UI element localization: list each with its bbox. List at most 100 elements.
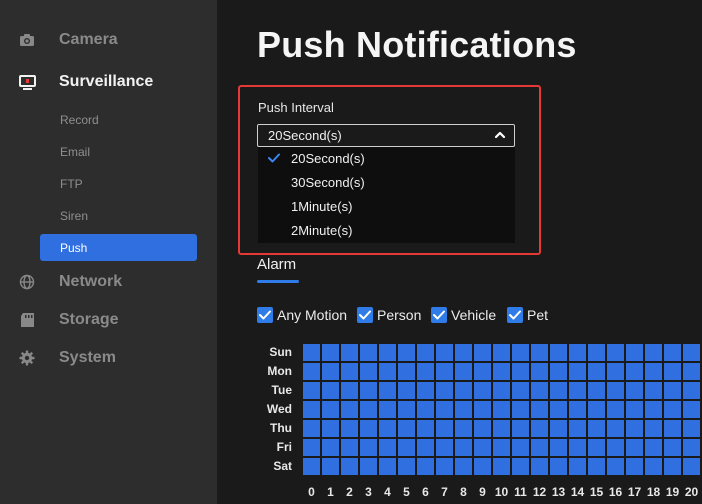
schedule-cell[interactable]	[531, 439, 548, 456]
schedule-cell[interactable]	[303, 382, 320, 399]
schedule-cell[interactable]	[474, 363, 491, 380]
schedule-cell[interactable]	[493, 363, 510, 380]
schedule-cell[interactable]	[607, 439, 624, 456]
subnav-siren[interactable]: Siren	[40, 202, 197, 229]
schedule-cell[interactable]	[341, 420, 358, 437]
schedule-cell[interactable]	[664, 363, 681, 380]
checkbox-vehicle[interactable]: Vehicle	[431, 306, 496, 323]
schedule-cell[interactable]	[531, 344, 548, 361]
schedule-cell[interactable]	[379, 363, 396, 380]
schedule-cell[interactable]	[550, 458, 567, 475]
schedule-cell[interactable]	[645, 363, 662, 380]
schedule-cell[interactable]	[588, 420, 605, 437]
schedule-cell[interactable]	[626, 458, 643, 475]
schedule-cell[interactable]	[341, 401, 358, 418]
schedule-cell[interactable]	[436, 420, 453, 437]
schedule-cell[interactable]	[436, 382, 453, 399]
schedule-cell[interactable]	[493, 344, 510, 361]
schedule-cell[interactable]	[626, 439, 643, 456]
schedule-cell[interactable]	[322, 420, 339, 437]
schedule-cell[interactable]	[645, 401, 662, 418]
schedule-cell[interactable]	[569, 363, 586, 380]
schedule-cell[interactable]	[436, 363, 453, 380]
schedule-cell[interactable]	[645, 420, 662, 437]
schedule-cell[interactable]	[607, 458, 624, 475]
nav-camera[interactable]: Camera	[0, 23, 217, 57]
schedule-cell[interactable]	[474, 439, 491, 456]
schedule-cell[interactable]	[493, 420, 510, 437]
schedule-cell[interactable]	[493, 401, 510, 418]
schedule-cell[interactable]	[683, 363, 700, 380]
schedule-cell[interactable]	[436, 401, 453, 418]
schedule-cell[interactable]	[417, 363, 434, 380]
schedule-cell[interactable]	[569, 439, 586, 456]
schedule-cell[interactable]	[303, 458, 320, 475]
schedule-cell[interactable]	[455, 344, 472, 361]
schedule-cell[interactable]	[645, 344, 662, 361]
schedule-cell[interactable]	[322, 344, 339, 361]
schedule-cell[interactable]	[398, 401, 415, 418]
schedule-cell[interactable]	[550, 344, 567, 361]
schedule-cell[interactable]	[398, 458, 415, 475]
schedule-cell[interactable]	[436, 344, 453, 361]
schedule-cell[interactable]	[341, 363, 358, 380]
schedule-cell[interactable]	[645, 382, 662, 399]
subnav-ftp[interactable]: FTP	[40, 170, 197, 197]
schedule-cell[interactable]	[569, 458, 586, 475]
schedule-cell[interactable]	[322, 401, 339, 418]
schedule-cell[interactable]	[512, 458, 529, 475]
schedule-cell[interactable]	[379, 458, 396, 475]
schedule-cell[interactable]	[664, 382, 681, 399]
option-20-seconds[interactable]: 20Second(s)	[258, 147, 515, 171]
schedule-cell[interactable]	[512, 420, 529, 437]
schedule-cell[interactable]	[455, 382, 472, 399]
schedule-cell[interactable]	[550, 401, 567, 418]
tab-alarm[interactable]: Alarm	[257, 256, 296, 273]
schedule-cell[interactable]	[341, 382, 358, 399]
schedule-cell[interactable]	[645, 458, 662, 475]
schedule-cell[interactable]	[531, 401, 548, 418]
schedule-cell[interactable]	[474, 420, 491, 437]
schedule-cell[interactable]	[455, 420, 472, 437]
schedule-cell[interactable]	[626, 420, 643, 437]
schedule-cell[interactable]	[683, 439, 700, 456]
schedule-cell[interactable]	[379, 344, 396, 361]
schedule-cell[interactable]	[379, 401, 396, 418]
schedule-cell[interactable]	[341, 458, 358, 475]
schedule-cell[interactable]	[303, 439, 320, 456]
schedule-cell[interactable]	[398, 420, 415, 437]
schedule-cell[interactable]	[360, 344, 377, 361]
schedule-cell[interactable]	[417, 401, 434, 418]
schedule-cell[interactable]	[436, 439, 453, 456]
schedule-cell[interactable]	[474, 401, 491, 418]
schedule-cell[interactable]	[322, 382, 339, 399]
schedule-cell[interactable]	[417, 382, 434, 399]
schedule-cell[interactable]	[664, 458, 681, 475]
schedule-cell[interactable]	[531, 458, 548, 475]
schedule-cell[interactable]	[455, 439, 472, 456]
checkbox-person[interactable]: Person	[357, 306, 421, 323]
schedule-cell[interactable]	[512, 382, 529, 399]
schedule-cell[interactable]	[550, 439, 567, 456]
schedule-cell[interactable]	[341, 344, 358, 361]
nav-storage[interactable]: Storage	[0, 303, 217, 337]
schedule-cell[interactable]	[531, 382, 548, 399]
schedule-cell[interactable]	[417, 458, 434, 475]
option-2-minutes[interactable]: 2Minute(s)	[258, 219, 515, 243]
schedule-cell[interactable]	[588, 458, 605, 475]
schedule-cell[interactable]	[474, 458, 491, 475]
subnav-push[interactable]: Push	[40, 234, 197, 261]
schedule-cell[interactable]	[607, 401, 624, 418]
schedule-cell[interactable]	[360, 458, 377, 475]
schedule-cell[interactable]	[607, 363, 624, 380]
schedule-cell[interactable]	[398, 363, 415, 380]
schedule-cell[interactable]	[683, 420, 700, 437]
schedule-cell[interactable]	[607, 420, 624, 437]
schedule-cell[interactable]	[398, 439, 415, 456]
nav-system[interactable]: System	[0, 341, 217, 375]
schedule-cell[interactable]	[550, 382, 567, 399]
schedule-cell[interactable]	[569, 420, 586, 437]
schedule-cell[interactable]	[569, 382, 586, 399]
nav-surveillance[interactable]: Surveillance	[0, 65, 217, 99]
schedule-cell[interactable]	[303, 363, 320, 380]
